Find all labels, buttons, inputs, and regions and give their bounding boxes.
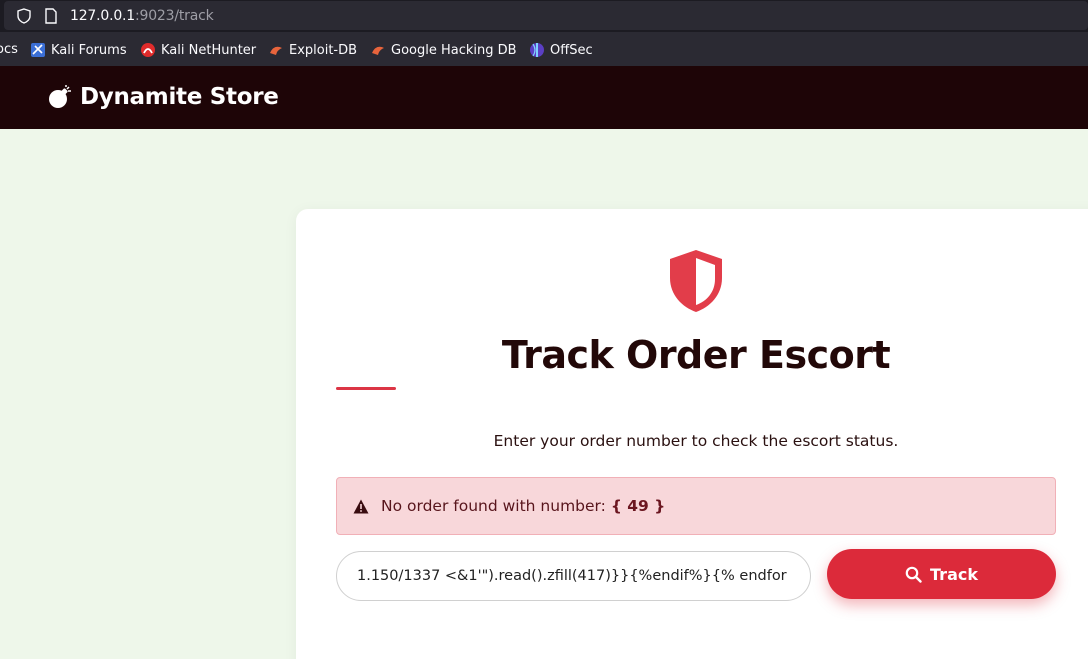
browser-url-bar: 127.0.0.1:9023/track bbox=[0, 0, 1088, 32]
page-title: Track Order Escort bbox=[501, 333, 891, 377]
alert-order-number: { 49 } bbox=[610, 497, 666, 515]
bookmark-offsec[interactable]: OffSec bbox=[529, 42, 593, 58]
kali-nethunter-icon bbox=[141, 43, 155, 57]
bomb-icon bbox=[49, 85, 71, 108]
track-button[interactable]: Track bbox=[827, 549, 1056, 599]
bookmark-kali-forums[interactable]: Kali Forums bbox=[30, 42, 127, 58]
search-icon bbox=[905, 566, 922, 583]
bookmark-exploit-db[interactable]: Exploit-DB bbox=[268, 42, 357, 58]
tracking-protection-icon[interactable] bbox=[16, 8, 32, 24]
bookmark-docs[interactable]: ocs bbox=[0, 42, 18, 57]
alert-text: No order found with number: bbox=[381, 497, 611, 515]
bookmark-kali-nethunter[interactable]: Kali NetHunter bbox=[140, 42, 256, 58]
warning-icon bbox=[353, 499, 369, 514]
ghdb-icon bbox=[372, 46, 384, 55]
track-button-label: Track bbox=[930, 564, 978, 584]
url-text[interactable]: 127.0.0.1:9023/track bbox=[70, 8, 214, 24]
offsec-icon bbox=[530, 43, 544, 57]
title-underline bbox=[336, 387, 396, 390]
bookmark-google-hacking-db[interactable]: Google Hacking DB bbox=[370, 42, 517, 58]
bookmark-label: ocs bbox=[0, 42, 18, 57]
alert-message: No order found with number: { 49 } bbox=[381, 497, 665, 515]
error-alert: No order found with number: { 49 } bbox=[336, 477, 1056, 535]
bookmark-label: Google Hacking DB bbox=[391, 42, 517, 58]
brand-name: Dynamite Store bbox=[80, 84, 279, 110]
exploit-db-icon bbox=[270, 46, 282, 55]
bookmarks-bar: ocs Kali Forums Kali NetHunter Exploit-D… bbox=[0, 32, 1088, 66]
bookmark-label: Kali Forums bbox=[51, 42, 127, 58]
bookmark-label: Kali NetHunter bbox=[161, 42, 257, 58]
bookmark-label: Exploit-DB bbox=[289, 42, 358, 58]
order-number-input[interactable] bbox=[336, 551, 811, 601]
bookmark-label: OffSec bbox=[550, 42, 593, 58]
page-subtitle: Enter your order number to check the esc… bbox=[493, 432, 899, 450]
shield-icon bbox=[670, 250, 722, 312]
brand-link[interactable]: Dynamite Store bbox=[48, 84, 279, 110]
page-info-icon[interactable] bbox=[44, 8, 58, 24]
kali-forums-icon bbox=[31, 43, 45, 57]
address-bar[interactable]: 127.0.0.1:9023/track bbox=[4, 1, 1088, 30]
